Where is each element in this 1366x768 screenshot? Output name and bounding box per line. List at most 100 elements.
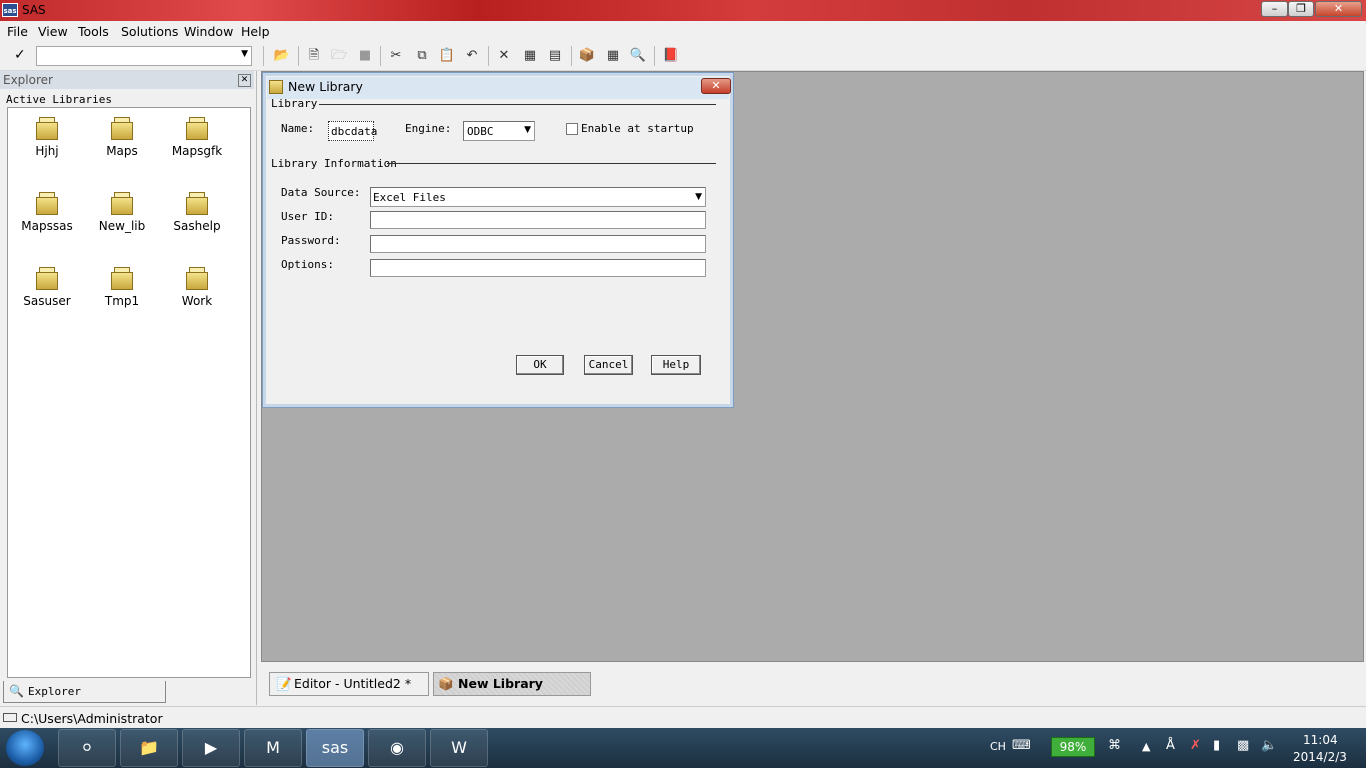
paste-icon[interactable]: 📋 <box>438 47 456 65</box>
new-file-icon[interactable]: 🗎 <box>305 47 323 65</box>
library-icon: 📦 <box>438 676 454 691</box>
signal-icon[interactable]: ▩ <box>1237 738 1249 753</box>
help-book-icon[interactable]: 📕 <box>662 47 680 65</box>
minitab-icon[interactable]: M <box>244 729 302 767</box>
library-mapssas[interactable]: Mapssas <box>10 183 84 253</box>
library-icon <box>269 80 283 94</box>
data-source-value: Excel Files <box>373 191 446 204</box>
library-work[interactable]: Work <box>160 258 234 328</box>
menu-tools[interactable]: Tools <box>78 24 109 39</box>
menu-solutions[interactable]: Solutions <box>121 24 178 39</box>
checkmark-icon[interactable]: ✓ <box>14 47 26 63</box>
cancel-button[interactable]: Cancel <box>584 355 633 375</box>
menu-bar: File View Tools Solutions Window Help <box>0 21 1366 42</box>
chevron-down-icon[interactable]: ▼ <box>695 192 702 202</box>
group-divider <box>319 104 716 105</box>
window-bar: 📝 Editor - Untitled2 * 📦 New Library <box>261 662 1364 706</box>
tab-new-library[interactable]: 📦 New Library <box>433 672 591 696</box>
volume-icon[interactable]: 🔈 <box>1261 738 1277 753</box>
menu-file[interactable]: File <box>7 24 28 39</box>
sas-app-icon: sas <box>2 3 18 17</box>
language-indicator[interactable]: CH <box>990 740 1006 753</box>
explorer-header: Explorer ✕ <box>0 71 254 89</box>
copy-icon[interactable]: ⧉ <box>413 47 431 65</box>
explorer-icon[interactable]: ▦ <box>604 47 622 65</box>
word-icon[interactable]: W <box>430 729 488 767</box>
library-mapsgfk[interactable]: Mapsgfk <box>160 108 234 178</box>
user-id-field[interactable] <box>370 211 706 229</box>
media-player-icon[interactable]: ▶ <box>182 729 240 767</box>
library-label: Tmp1 <box>104 294 140 308</box>
explorer-tab-label: Explorer <box>28 685 81 698</box>
library-list: Hjhj Maps Mapsgfk Mapssas New_lib Sashel… <box>7 107 251 678</box>
undo-icon[interactable]: ↶ <box>463 47 481 65</box>
library-new-lib[interactable]: New_lib <box>85 183 159 253</box>
menu-help[interactable]: Help <box>241 24 270 39</box>
file-explorer-icon[interactable]: 📁 <box>120 729 178 767</box>
show-hidden-icons-icon[interactable]: ▲ <box>1142 740 1150 753</box>
help-button[interactable]: Help <box>651 355 701 375</box>
details-view-icon[interactable]: ▦ <box>521 47 539 65</box>
user-id-label: User ID: <box>281 210 334 223</box>
menu-window[interactable]: Window <box>184 24 233 39</box>
dialog-title: New Library <box>288 79 363 94</box>
network-error-icon[interactable]: ✗ <box>1190 738 1201 753</box>
library-tmp1[interactable]: Tmp1 <box>85 258 159 328</box>
library-sasuser[interactable]: Sasuser <box>10 258 84 328</box>
chevron-down-icon[interactable]: ▼ <box>524 125 531 135</box>
library-maps[interactable]: Maps <box>85 108 159 178</box>
open-library-icon[interactable]: 📂 <box>273 47 291 65</box>
data-source-label: Data Source: <box>281 186 361 199</box>
library-label: Sasuser <box>23 294 71 308</box>
library-sashelp[interactable]: Sashelp <box>160 183 234 253</box>
library-label: Sashelp <box>173 219 221 233</box>
usb-icon[interactable]: ▮ <box>1213 738 1220 753</box>
command-input[interactable]: ▼ <box>36 46 252 66</box>
enable-at-startup-checkbox[interactable] <box>566 123 578 135</box>
open-icon[interactable]: 🗁 <box>330 47 348 65</box>
power-plug-icon[interactable]: ⌘ <box>1108 738 1121 753</box>
find-icon[interactable]: 🔍 <box>629 47 647 65</box>
password-field[interactable] <box>370 235 706 253</box>
keyboard-icon[interactable]: ⌨ <box>1012 738 1031 753</box>
tree-view-icon[interactable]: ▤ <box>546 47 564 65</box>
library-drawer-icon <box>34 191 60 215</box>
save-icon[interactable]: ■ <box>356 47 374 65</box>
close-button[interactable]: ✕ <box>1315 1 1362 17</box>
toolbar: ✓ ▼ 📂 🗎 🗁 ■ ✂ ⧉ 📋 ↶ ✕ ▦ ▤ 📦 ▦ 🔍 📕 <box>0 42 1366 71</box>
editor-icon: 📝 <box>276 676 292 691</box>
library-drawer-icon <box>184 191 210 215</box>
chevron-down-icon[interactable]: ▼ <box>241 49 248 59</box>
library-label: Maps <box>106 144 138 158</box>
data-source-select[interactable]: Excel Files ▼ <box>370 187 706 207</box>
toolbar-separator <box>263 46 264 66</box>
dialog-close-button[interactable]: ✕ <box>701 78 731 94</box>
minimize-button[interactable]: – <box>1261 1 1288 17</box>
delete-icon[interactable]: ✕ <box>495 47 513 65</box>
close-icon[interactable]: ✕ <box>238 74 251 87</box>
ok-button[interactable]: OK <box>516 355 564 375</box>
start-button[interactable] <box>6 730 44 766</box>
battery-indicator[interactable]: 98% <box>1051 737 1095 757</box>
internet-explorer-icon[interactable]: ⚪ <box>58 729 116 767</box>
sas-taskbar-icon[interactable]: sas <box>306 729 364 767</box>
restore-button[interactable]: ❐ <box>1288 1 1314 17</box>
tab-editor-label: Editor - Untitled2 * <box>294 676 412 691</box>
clock-time[interactable]: 11:04 <box>1303 733 1338 747</box>
cut-icon[interactable]: ✂ <box>387 47 405 65</box>
engine-label: Engine: <box>405 122 452 135</box>
bluetooth-icon[interactable]: Å <box>1166 738 1175 753</box>
clock-date[interactable]: 2014/2/3 <box>1293 750 1347 764</box>
explorer-tab[interactable]: 🔍 Explorer <box>3 681 166 703</box>
toolbar-separator <box>380 46 381 66</box>
tab-editor[interactable]: 📝 Editor - Untitled2 * <box>269 672 429 696</box>
options-field[interactable] <box>370 259 706 277</box>
firefox-icon[interactable]: ◉ <box>368 729 426 767</box>
engine-select[interactable]: ODBC ▼ <box>463 121 535 141</box>
menu-view[interactable]: View <box>38 24 68 39</box>
search-folder-icon: 🔍 <box>9 684 24 698</box>
name-field[interactable]: dbcdata <box>328 121 377 141</box>
library-hjhj[interactable]: Hjhj <box>10 108 84 178</box>
explorer-panel: Explorer ✕ Active Libraries Hjhj Maps Ma… <box>0 71 257 705</box>
library-icon[interactable]: 📦 <box>578 47 596 65</box>
